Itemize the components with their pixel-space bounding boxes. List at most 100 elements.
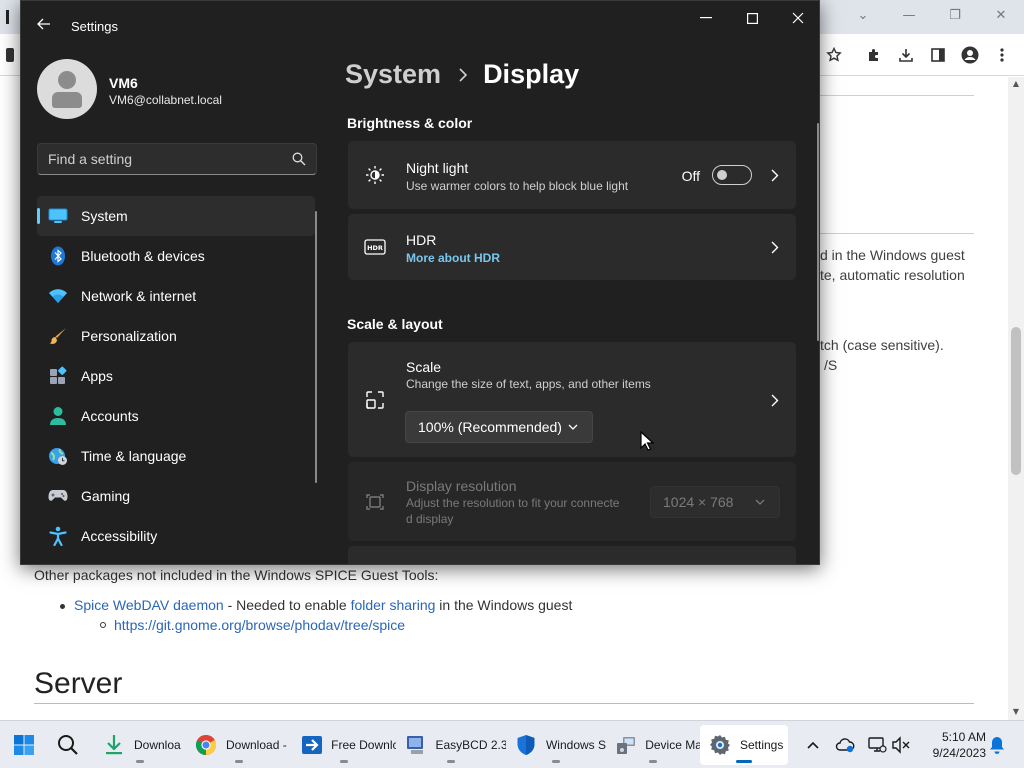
taskbar-search-button[interactable] <box>48 725 86 765</box>
taskbar-app-label: Free Downlc <box>331 738 396 752</box>
close-button[interactable] <box>775 7 819 29</box>
device-manager-icon <box>614 733 637 757</box>
start-button[interactable] <box>4 725 42 765</box>
nav-item-personalization[interactable]: Personalization <box>37 316 315 356</box>
browser-menu-icon[interactable] <box>992 45 1012 65</box>
running-indicator <box>235 760 243 763</box>
taskbar-app-label: Settings <box>740 738 784 752</box>
hdr-title: HDR <box>406 232 437 248</box>
nav-item-accounts[interactable]: Accounts <box>37 396 315 436</box>
taskbar-app-device-manager[interactable]: Device Ma <box>606 725 700 765</box>
nav-label: Personalization <box>81 328 177 344</box>
settings-window: Settings VM6 VM6@collabnet.local System <box>20 0 820 565</box>
search-icon[interactable] <box>292 152 306 166</box>
notification-bell-icon[interactable] <box>986 734 1008 756</box>
taskbar-clock[interactable]: 5:10 AM 9/24/2023 <box>918 729 986 761</box>
avatar[interactable] <box>37 59 97 119</box>
taskbar-app-label: EasyBCD 2.3 <box>435 738 507 752</box>
chevron-right-icon[interactable] <box>770 393 780 407</box>
back-arrow-icon[interactable] <box>35 15 53 33</box>
breadcrumb: System Display <box>345 59 579 90</box>
scale-card[interactable]: Scale Change the size of text, apps, and… <box>348 342 796 457</box>
hdr-icon: HDR <box>364 236 386 258</box>
avatar-head <box>58 71 76 89</box>
browser-tab-edge[interactable] <box>6 10 9 24</box>
accessibility-icon <box>47 525 69 547</box>
clock-date: 9/24/2023 <box>932 746 986 760</box>
page-text-fragment: d in the Windows guest <box>820 247 965 263</box>
onedrive-cloud-icon[interactable] <box>834 734 856 756</box>
windows-logo-icon <box>12 733 36 757</box>
network-display-icon[interactable] <box>866 734 888 756</box>
resolution-icon <box>364 491 386 513</box>
person-icon <box>47 405 69 427</box>
search-input[interactable] <box>48 149 278 169</box>
volume-muted-icon[interactable] <box>890 734 912 756</box>
page-title: Display <box>483 59 580 89</box>
hdr-card[interactable]: HDR HDR More about HDR <box>348 214 796 280</box>
taskbar-app-settings[interactable]: Settings <box>700 725 788 765</box>
more-about-hdr-link[interactable]: More about HDR <box>406 251 500 265</box>
bookmark-star-icon[interactable] <box>824 45 844 65</box>
nav-item-bluetooth[interactable]: Bluetooth & devices <box>37 236 315 276</box>
nav-item-gaming[interactable]: Gaming <box>37 476 315 516</box>
nav-label: Time & language <box>81 448 187 464</box>
taskbar-app-installer[interactable]: Free Downlc <box>292 725 396 765</box>
maximize-button[interactable] <box>729 7 775 29</box>
taskbar-app-download[interactable]: Downloa <box>94 725 186 765</box>
windows-security-icon <box>514 733 538 757</box>
nav-item-network[interactable]: Network & internet <box>37 276 315 316</box>
night-light-toggle[interactable] <box>712 165 752 185</box>
nav-item-accessibility[interactable]: Accessibility <box>37 516 315 556</box>
tab-search-chevron-icon[interactable]: ⌄ <box>852 6 874 26</box>
chevron-right-icon[interactable] <box>770 168 780 182</box>
content-scrollbar[interactable] <box>817 123 819 341</box>
browser-restore-button[interactable]: ❐ <box>944 6 966 26</box>
taskbar-app-chrome[interactable]: Download - <box>186 725 292 765</box>
browser-back-partial[interactable] <box>6 48 14 62</box>
scale-dropdown[interactable]: 100% (Recommended) <box>405 411 593 443</box>
scroll-up-arrow[interactable]: ▲ <box>1011 79 1021 89</box>
package-list-item: Spice WebDAV daemon - Needed to enable f… <box>60 597 572 613</box>
browser-close-button[interactable]: ✕ <box>990 6 1012 26</box>
nav-item-apps[interactable]: Apps <box>37 356 315 396</box>
chevron-down-icon <box>568 424 578 430</box>
package-sublist-item: https://git.gnome.org/browse/phodav/tree… <box>100 617 405 633</box>
page-scrollbar[interactable]: ▲ ▼ <box>1008 77 1024 720</box>
taskbar: Downloa Download - Free Downlc EasyBCD 2… <box>0 720 1024 768</box>
side-panel-icon[interactable] <box>928 45 948 65</box>
spice-webdav-link[interactable]: Spice WebDAV daemon <box>74 597 224 613</box>
chevron-right-icon[interactable] <box>770 240 780 254</box>
toggle-knob <box>717 170 727 180</box>
nav-label: Accounts <box>81 408 139 424</box>
breadcrumb-parent[interactable]: System <box>345 59 441 90</box>
settings-gear-icon <box>708 733 732 757</box>
list-bullet <box>100 622 106 628</box>
folder-sharing-link[interactable]: folder sharing <box>351 597 436 613</box>
other-packages-text: Other packages not included in the Windo… <box>34 567 439 583</box>
page-scrollbar-thumb[interactable] <box>1011 327 1021 475</box>
next-setting-card[interactable] <box>348 546 796 564</box>
chrome-icon <box>194 733 218 757</box>
scale-value: 100% (Recommended) <box>418 419 562 435</box>
taskbar-app-label: Device Ma <box>645 738 700 752</box>
phodav-url-link[interactable]: https://git.gnome.org/browse/phodav/tree… <box>114 617 405 633</box>
minimize-button[interactable] <box>683 7 729 29</box>
apps-icon <box>47 365 69 387</box>
nav-scrollbar[interactable] <box>315 211 317 483</box>
browser-minimize-button[interactable]: — <box>898 6 920 26</box>
nav-label: Gaming <box>81 488 131 504</box>
scroll-down-arrow[interactable]: ▼ <box>1011 707 1021 717</box>
night-light-card[interactable]: Night light Use warmer colors to help bl… <box>348 141 796 209</box>
nav-item-time-language[interactable]: Time & language <box>37 436 315 476</box>
profile-icon[interactable] <box>960 45 980 65</box>
taskbar-app-windows-security[interactable]: Windows S <box>506 725 606 765</box>
taskbar-app-easybcd[interactable]: EasyBCD 2.3 <box>396 725 506 765</box>
search-box[interactable] <box>37 143 317 175</box>
system-icon <box>47 205 69 227</box>
extensions-puzzle-icon[interactable] <box>864 45 884 65</box>
downloads-icon[interactable] <box>896 45 916 65</box>
page-text-fragment: /S <box>824 357 838 373</box>
nav-item-system[interactable]: System <box>37 196 315 236</box>
tray-overflow-chevron-icon[interactable] <box>802 734 824 756</box>
